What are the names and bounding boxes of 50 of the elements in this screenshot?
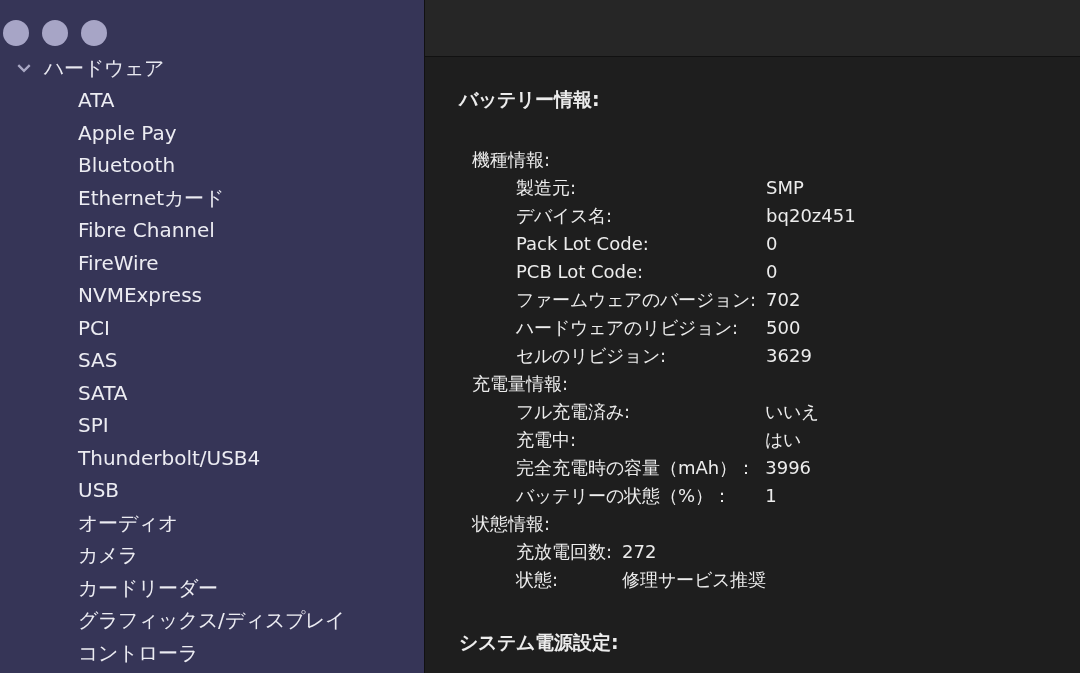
field-value: 修理サービス推奨 bbox=[622, 567, 767, 592]
field-value: 0 bbox=[766, 231, 779, 256]
group-heading: 状態情報: bbox=[472, 511, 552, 536]
field-label: フル充電済み: bbox=[516, 399, 632, 424]
sidebar-item[interactable]: コントローラ bbox=[0, 636, 424, 669]
sidebar-item[interactable]: Apple Pay bbox=[0, 116, 424, 149]
sidebar-item[interactable]: SAS bbox=[0, 344, 424, 377]
sidebar-item[interactable]: Fibre Channel bbox=[0, 214, 424, 247]
field-value: 500 bbox=[766, 315, 802, 340]
group-heading: 充電量情報: bbox=[472, 371, 570, 396]
field-label: 充電中: bbox=[516, 427, 578, 452]
sidebar-item[interactable]: カメラ bbox=[0, 539, 424, 572]
sidebar-item[interactable]: USB bbox=[0, 474, 424, 507]
field-value: bq20z451 bbox=[766, 203, 856, 228]
field-label: 製造元: bbox=[516, 175, 578, 200]
field-label: Pack Lot Code: bbox=[516, 231, 650, 256]
field-label: 状態: bbox=[516, 567, 560, 592]
sidebar-item[interactable]: Thunderbolt/USB4 bbox=[0, 441, 424, 474]
field-value: SMP bbox=[766, 175, 805, 200]
sidebar-group-label[interactable]: ハードウェア bbox=[44, 53, 164, 83]
section-heading: システム電源設定: bbox=[459, 629, 620, 655]
sidebar-item[interactable]: Ethernetカード bbox=[0, 181, 424, 214]
field-value: いいえ bbox=[765, 399, 820, 424]
field-label: ファームウェアのバージョン: bbox=[516, 287, 757, 312]
section-heading: バッテリー情報: bbox=[459, 87, 601, 112]
field-value: 3629 bbox=[766, 343, 813, 368]
group-heading: 機種情報: bbox=[472, 147, 552, 172]
sidebar-item[interactable]: FireWire bbox=[0, 246, 424, 279]
sidebar-item[interactable]: オーディオ bbox=[0, 506, 424, 539]
sidebar-item[interactable]: Bluetooth bbox=[0, 149, 424, 182]
sidebar-item[interactable]: NVMExpress bbox=[0, 279, 424, 312]
field-label: 充放電回数: bbox=[516, 539, 613, 564]
field-value: 702 bbox=[766, 287, 802, 312]
field-label: 完全充電時の容量（mAh）： bbox=[516, 455, 756, 480]
sidebar-item[interactable]: ATA bbox=[0, 84, 424, 117]
field-label: デバイス名: bbox=[516, 203, 614, 228]
sidebar-item[interactable]: SATA bbox=[0, 376, 424, 409]
field-label: バッテリーの状態（%）： bbox=[516, 483, 733, 508]
field-label: セルのリビジョン: bbox=[516, 343, 668, 368]
field-label: PCB Lot Code: bbox=[516, 259, 645, 284]
field-value: 1 bbox=[765, 483, 778, 508]
sidebar-item[interactable]: PCI bbox=[0, 311, 424, 344]
field-value: 3996 bbox=[765, 455, 813, 480]
field-value: はい bbox=[765, 427, 803, 452]
sidebar-item[interactable]: SPI bbox=[0, 409, 424, 442]
field-value: 272 bbox=[622, 539, 658, 564]
sidebar-item[interactable]: カードリーダー bbox=[0, 571, 424, 604]
sidebar-item[interactable]: グラフィックス/ディスプレイ bbox=[0, 604, 424, 637]
field-label: ハードウェアのリビジョン: bbox=[516, 315, 740, 340]
field-value: 0 bbox=[766, 259, 779, 284]
